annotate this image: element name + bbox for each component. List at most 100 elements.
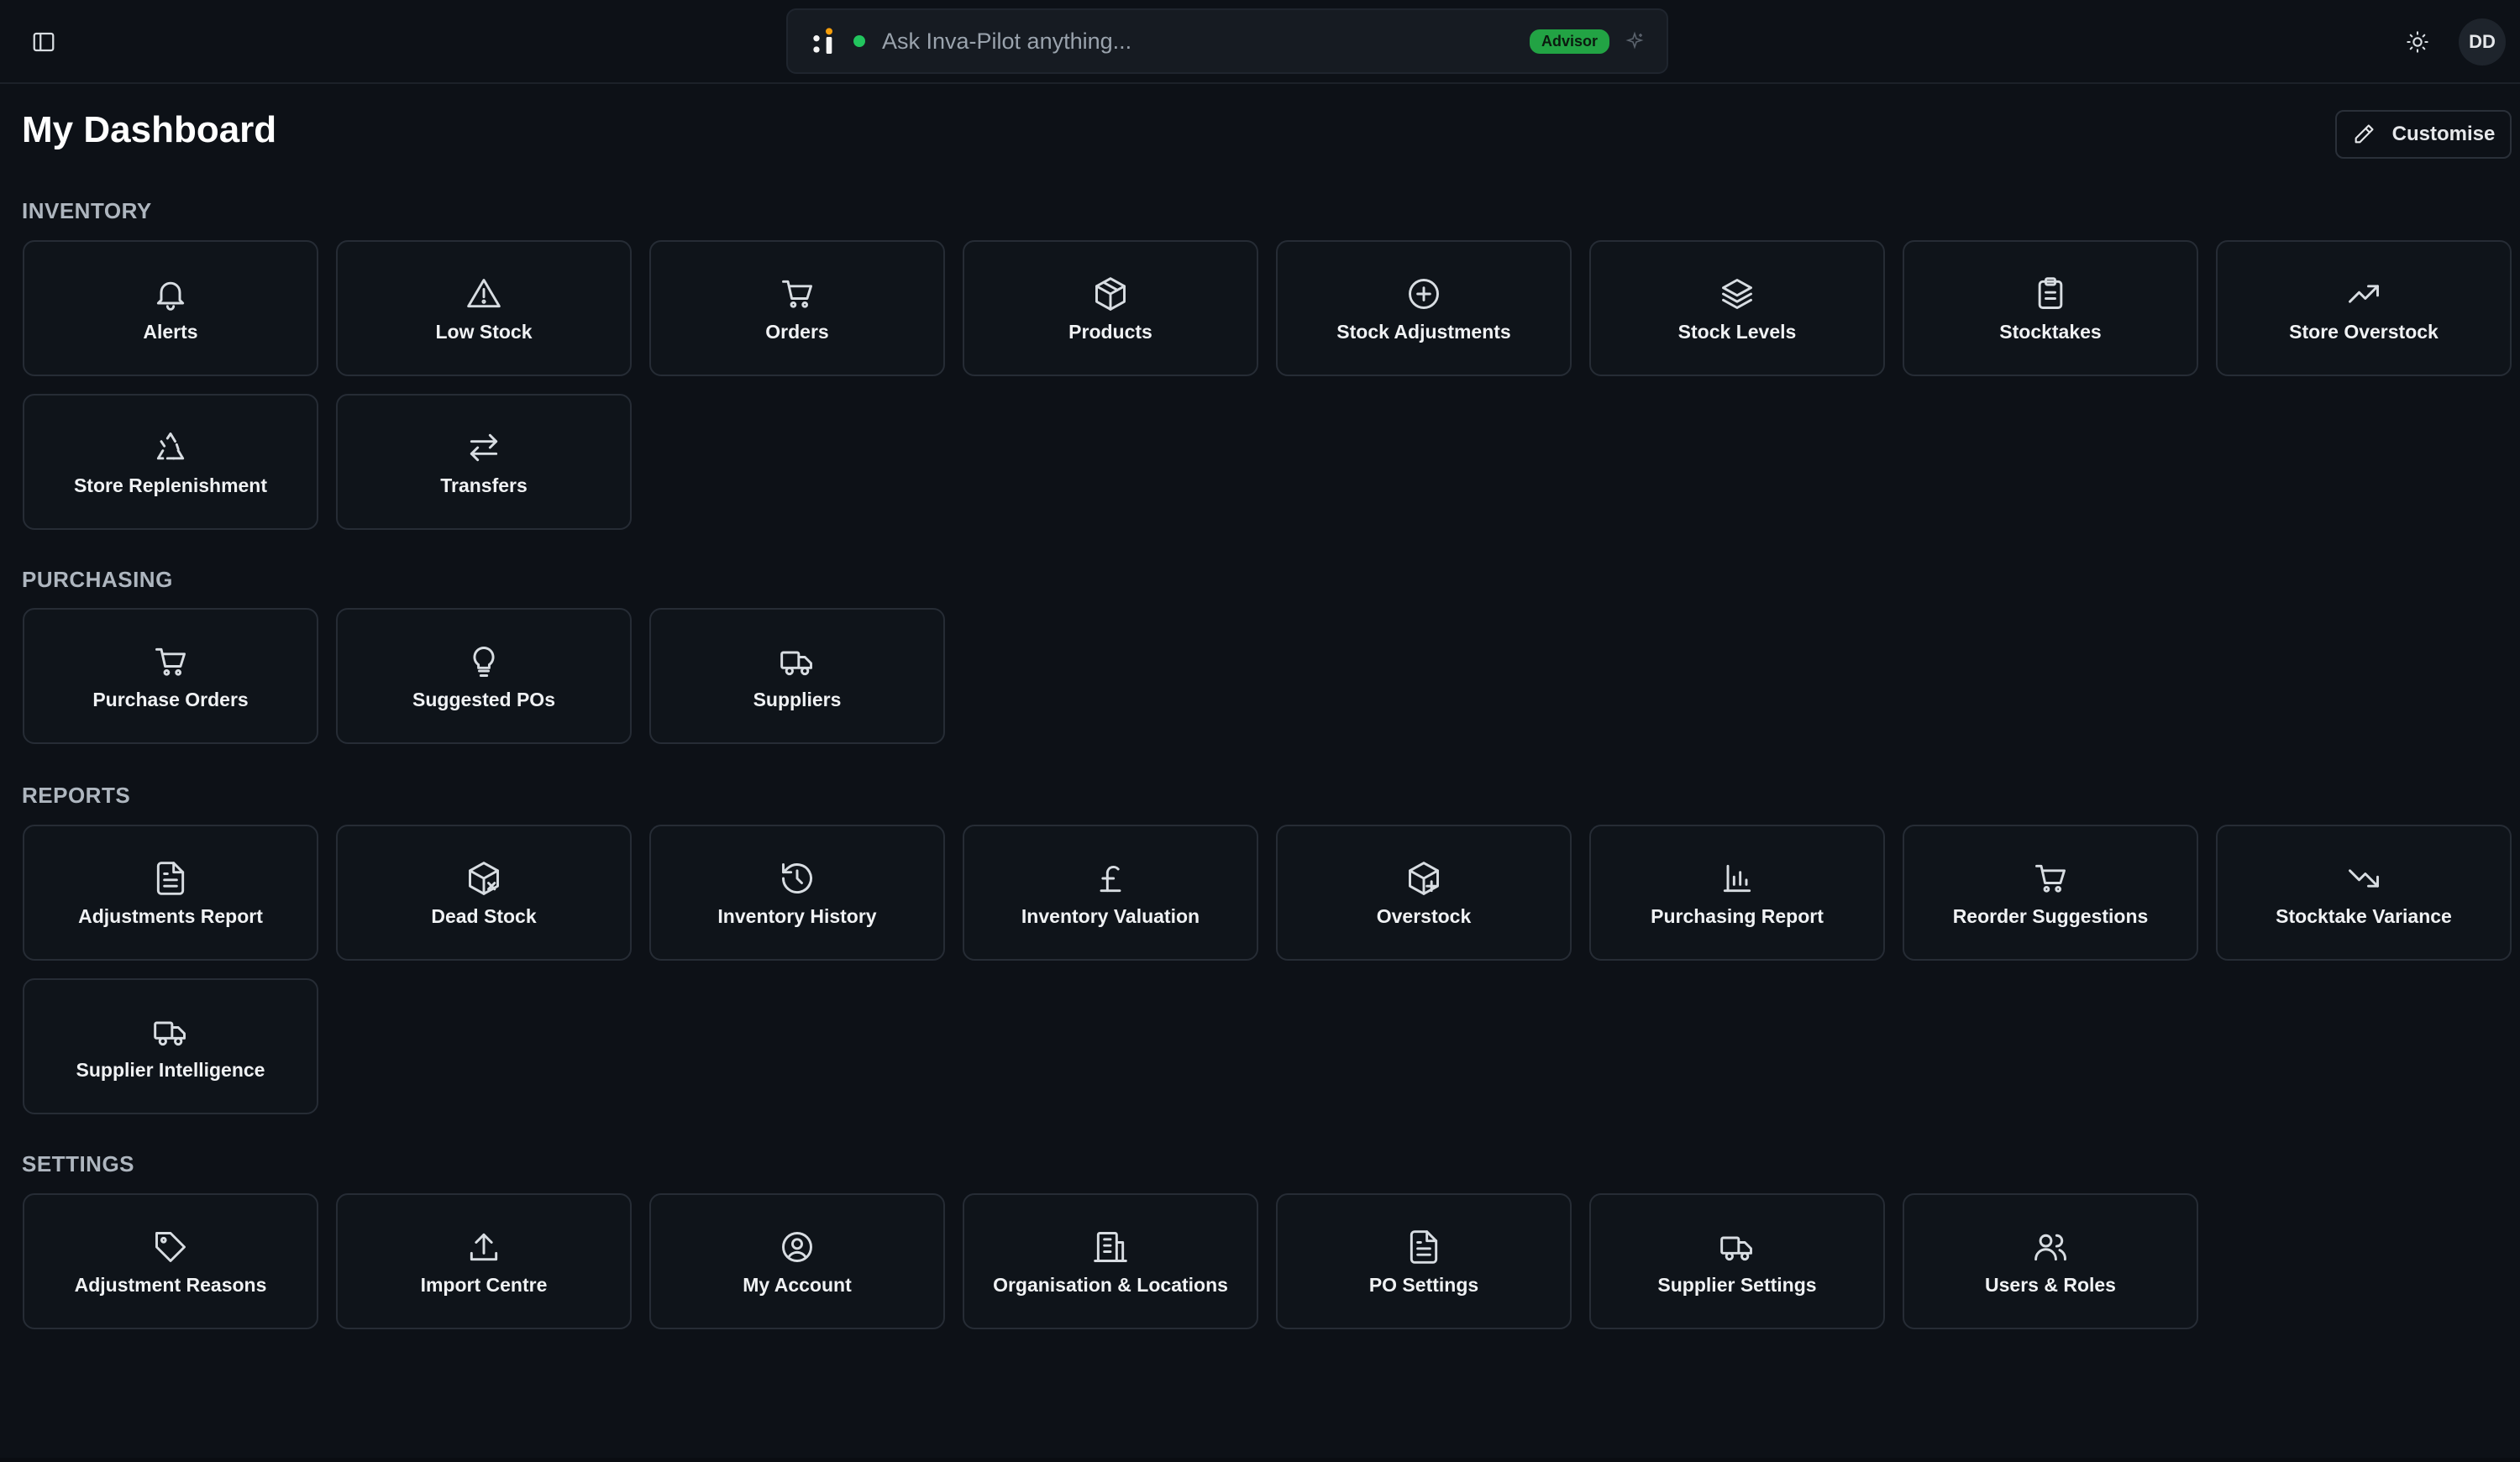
tile-label: Alerts <box>143 320 198 343</box>
tile-label: Store Replenishment <box>73 474 268 496</box>
tile-label: Suggested POs <box>412 688 555 710</box>
tile-orders[interactable]: Orders <box>649 240 945 376</box>
arrows-swap-icon <box>464 427 504 468</box>
tile-purchasing-report[interactable]: Purchasing Report <box>1589 825 1885 961</box>
plus-circle-icon <box>1404 274 1444 314</box>
tile-supplier-settings[interactable]: Supplier Settings <box>1589 1193 1885 1329</box>
cart-icon <box>2030 858 2071 899</box>
user-circle-icon <box>777 1227 817 1267</box>
truck-icon <box>1717 1227 1757 1267</box>
section-title-reports: REPORTS <box>22 783 131 808</box>
section-title-settings: SETTINGS <box>22 1151 135 1176</box>
tile-label: Stock Levels <box>1677 320 1797 343</box>
tile-po-settings[interactable]: PO Settings <box>1276 1193 1572 1329</box>
sidebar-toggle-icon[interactable] <box>29 27 59 57</box>
customise-label: Customise <box>2391 123 2496 145</box>
tile-label: Adjustments Report <box>78 904 263 927</box>
page-title: My Dashboard <box>22 109 277 150</box>
tile-low-stock[interactable]: Low Stock <box>336 240 632 376</box>
inva-pilot-logo <box>808 23 842 60</box>
customise-button[interactable]: Customise <box>2335 110 2512 159</box>
assistant-search-bar[interactable]: Ask Inva-Pilot anything... Advisor <box>786 8 1668 74</box>
tile-label: Inventory History <box>717 904 877 927</box>
file-text-icon <box>1404 1227 1444 1267</box>
users-icon <box>2030 1227 2071 1267</box>
search-placeholder[interactable]: Ask Inva-Pilot anything... <box>882 29 1530 55</box>
truck-icon <box>150 1012 191 1052</box>
tile-store-replenishment[interactable]: Store Replenishment <box>23 394 318 530</box>
tag-icon <box>150 1227 191 1267</box>
user-avatar[interactable]: DD <box>2459 18 2506 66</box>
tile-users-and-roles[interactable]: Users & Roles <box>1903 1193 2198 1329</box>
tile-stock-levels[interactable]: Stock Levels <box>1589 240 1885 376</box>
tile-products[interactable]: Products <box>963 240 1258 376</box>
warning-icon <box>464 274 504 314</box>
tile-inventory-valuation[interactable]: Inventory Valuation <box>963 825 1258 961</box>
tile-label: Supplier Intelligence <box>76 1058 265 1081</box>
cart-icon <box>150 642 191 682</box>
tile-label: Import Centre <box>420 1273 548 1296</box>
tile-label: Reorder Suggestions <box>1952 904 2149 927</box>
file-text-icon <box>150 858 191 899</box>
tile-label: Suppliers <box>753 688 842 710</box>
trending-down-icon <box>2344 858 2384 899</box>
lightbulb-icon <box>464 642 504 682</box>
tile-dead-stock[interactable]: Dead Stock <box>336 825 632 961</box>
bottom-edge <box>0 1458 2520 1462</box>
tile-suggested-pos[interactable]: Suggested POs <box>336 608 632 744</box>
tile-my-account[interactable]: My Account <box>649 1193 945 1329</box>
box-plus-icon <box>1404 858 1444 899</box>
tile-transfers[interactable]: Transfers <box>336 394 632 530</box>
advisor-mode-badge[interactable]: Advisor <box>1529 29 1609 54</box>
tile-store-overstock[interactable]: Store Overstock <box>2216 240 2512 376</box>
tile-label: Users & Roles <box>1985 1273 2116 1296</box>
tile-label: Transfers <box>440 474 528 496</box>
tile-supplier-intelligence[interactable]: Supplier Intelligence <box>23 978 318 1114</box>
pencil-icon <box>2355 124 2374 144</box>
section-title-inventory: INVENTORY <box>22 198 152 223</box>
recycle-icon <box>150 427 191 468</box>
truck-icon <box>777 642 817 682</box>
tile-overstock[interactable]: Overstock <box>1276 825 1572 961</box>
tile-label: Stocktake Variance <box>2276 904 2452 927</box>
tile-label: PO Settings <box>1368 1273 1479 1296</box>
tile-label: Supplier Settings <box>1657 1273 1817 1296</box>
tile-suppliers[interactable]: Suppliers <box>649 608 945 744</box>
history-icon <box>777 858 817 899</box>
tile-label: Low Stock <box>435 320 533 343</box>
cart-icon <box>777 274 817 314</box>
sparkle-icon[interactable] <box>1623 29 1646 53</box>
box-icon <box>1090 274 1131 314</box>
tile-adjustment-reasons[interactable]: Adjustment Reasons <box>23 1193 318 1329</box>
tile-label: Inventory Valuation <box>1021 904 1200 927</box>
top-bar: Ask Inva-Pilot anything... Advisor DD <box>0 0 2520 84</box>
tile-stock-adjustments[interactable]: Stock Adjustments <box>1276 240 1572 376</box>
building-icon <box>1090 1227 1131 1267</box>
tile-label: Orders <box>765 320 829 343</box>
clipboard-icon <box>2030 274 2071 314</box>
tile-label: Purchase Orders <box>92 688 249 710</box>
theme-toggle-sun-icon[interactable] <box>2401 25 2434 59</box>
tile-label: My Account <box>743 1273 852 1296</box>
tile-alerts[interactable]: Alerts <box>23 240 318 376</box>
tile-import-centre[interactable]: Import Centre <box>336 1193 632 1329</box>
tile-adjustments-report[interactable]: Adjustments Report <box>23 825 318 961</box>
tile-reorder-suggestions[interactable]: Reorder Suggestions <box>1903 825 2198 961</box>
trending-up-icon <box>2344 274 2384 314</box>
tile-label: Store Overstock <box>2289 320 2439 343</box>
tile-inventory-history[interactable]: Inventory History <box>649 825 945 961</box>
tile-label: Overstock <box>1376 904 1472 927</box>
tile-stocktakes[interactable]: Stocktakes <box>1903 240 2198 376</box>
bell-icon <box>150 274 191 314</box>
tile-label: Stocktakes <box>1999 320 2102 343</box>
tile-stocktake-variance[interactable]: Stocktake Variance <box>2216 825 2512 961</box>
tile-label: Adjustment Reasons <box>74 1273 267 1296</box>
tile-label: Products <box>1068 320 1152 343</box>
pound-icon <box>1090 858 1131 899</box>
tile-label: Purchasing Report <box>1651 904 1824 927</box>
tile-organisation-and-locations[interactable]: Organisation & Locations <box>963 1193 1258 1329</box>
tile-label: Dead Stock <box>431 904 537 927</box>
section-title-purchasing: PURCHASING <box>22 567 173 592</box>
tile-purchase-orders[interactable]: Purchase Orders <box>23 608 318 744</box>
bar-chart-icon <box>1717 858 1757 899</box>
